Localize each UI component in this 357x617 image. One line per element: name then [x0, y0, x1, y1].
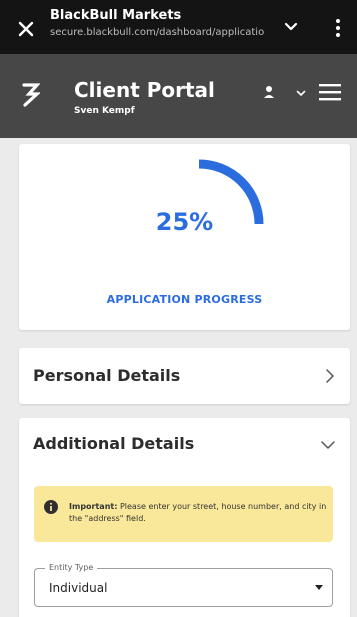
- site-title: BlackBull Markets: [50, 8, 182, 23]
- chevron-down-icon[interactable]: [284, 22, 298, 32]
- url-text[interactable]: secure.blackbull.com/dashboard/applicati…: [50, 27, 278, 38]
- progress-percent: 25%: [155, 208, 214, 236]
- entity-type-select[interactable]: Entity Type Individual: [34, 563, 333, 607]
- user-name: Sven Kempf: [74, 106, 135, 116]
- notice-text: Important: Please enter your street, hou…: [69, 501, 329, 525]
- app-title: Client Portal: [74, 78, 215, 102]
- app-header: Client Portal Sven Kempf: [0, 54, 357, 138]
- personal-details-title: Personal Details: [33, 366, 181, 385]
- progress-card: 25% APPLICATION PROGRESS: [19, 144, 350, 330]
- dropdown-caret-icon[interactable]: [315, 585, 323, 590]
- more-vert-icon[interactable]: [335, 18, 341, 38]
- person-icon[interactable]: [263, 84, 275, 100]
- browser-bar: BlackBull Markets secure.blackbull.com/d…: [0, 0, 357, 54]
- close-icon[interactable]: [16, 19, 36, 39]
- chevron-down-icon[interactable]: [320, 440, 336, 450]
- menu-icon[interactable]: [318, 82, 342, 102]
- personal-details-section[interactable]: Personal Details: [19, 348, 350, 404]
- entity-type-value: Individual: [49, 581, 108, 595]
- additional-details-section: Additional Details Important: Please ent…: [19, 418, 350, 617]
- info-icon: [44, 500, 58, 514]
- chevron-down-icon[interactable]: [296, 90, 306, 97]
- notice-strong: Important:: [69, 502, 118, 511]
- logo-icon[interactable]: [22, 81, 40, 107]
- progress-label: APPLICATION PROGRESS: [106, 293, 263, 306]
- additional-details-title[interactable]: Additional Details: [33, 434, 194, 453]
- chevron-right-icon[interactable]: [325, 368, 335, 384]
- important-notice: Important: Please enter your street, hou…: [34, 486, 333, 542]
- entity-type-label: Entity Type: [45, 563, 98, 572]
